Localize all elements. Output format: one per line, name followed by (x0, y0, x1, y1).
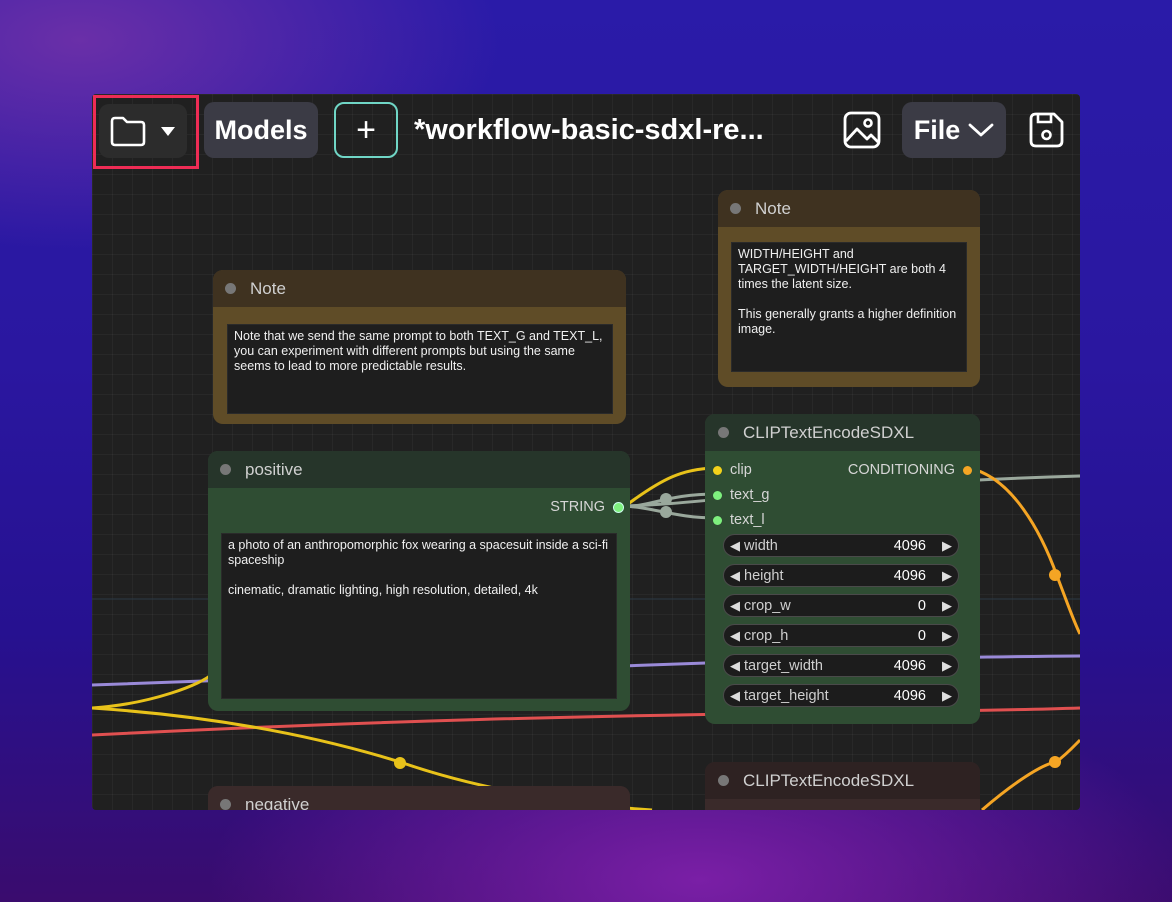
node-title: CLIPTextEncodeSDXL (743, 770, 915, 790)
highlight-box (93, 95, 199, 169)
negative-node-header[interactable]: negative (208, 786, 630, 810)
collapse-dot-icon[interactable] (718, 775, 729, 786)
widget-value[interactable]: 4096 (894, 538, 926, 554)
text-l-input-dot-icon[interactable] (713, 515, 722, 525)
conditioning-link-2 (981, 738, 1080, 810)
positive-node-header[interactable]: positive (208, 451, 630, 488)
clip-input-slot[interactable]: clip (713, 462, 752, 478)
save-button[interactable] (1020, 102, 1072, 158)
widget-value[interactable]: 4096 (894, 568, 926, 584)
widget-value[interactable]: 4096 (894, 688, 926, 704)
input-label: clip (730, 462, 752, 478)
clip-input-dot-icon[interactable] (713, 465, 722, 475)
collapse-dot-icon[interactable] (220, 464, 231, 475)
chevron-down-icon (968, 123, 994, 137)
decrement-arrow-icon[interactable]: ◀ (728, 628, 742, 644)
widget-label: height (744, 567, 784, 584)
link-center-dot (394, 757, 406, 769)
negative-node[interactable]: negative (208, 786, 630, 810)
output-label: CONDITIONING (847, 462, 955, 478)
node-title: CLIPTextEncodeSDXL (743, 422, 915, 442)
widget-label: target_height (744, 687, 829, 704)
note-node-header[interactable]: Note (718, 190, 980, 227)
height-widget[interactable]: ◀ height 4096 ▶ (723, 564, 959, 587)
string-output-dot-icon[interactable] (613, 501, 624, 513)
increment-arrow-icon[interactable]: ▶ (940, 688, 954, 704)
collapse-dot-icon[interactable] (225, 283, 236, 294)
increment-arrow-icon[interactable]: ▶ (940, 598, 954, 614)
clip-link-branch (92, 672, 214, 710)
prompt-textarea[interactable]: a photo of an anthropomorphic fox wearin… (221, 533, 617, 699)
increment-arrow-icon[interactable]: ▶ (940, 628, 954, 644)
note-node-header[interactable]: Note (213, 270, 626, 307)
clip-text-encode-node-2[interactable]: CLIPTextEncodeSDXL (705, 762, 980, 810)
link-center-dot (660, 506, 672, 518)
note-textarea[interactable]: WIDTH/HEIGHT and TARGET_WIDTH/HEIGHT are… (731, 242, 967, 372)
file-menu-button[interactable]: File (902, 102, 1006, 158)
decrement-arrow-icon[interactable]: ◀ (728, 598, 742, 614)
note-node-size[interactable]: Note WIDTH/HEIGHT and TARGET_WIDTH/HEIGH… (718, 190, 980, 387)
text-l-input-slot[interactable]: text_l (713, 512, 765, 528)
image-button[interactable] (836, 102, 888, 158)
widget-label: width (744, 537, 778, 554)
string-output-slot[interactable]: STRING (550, 499, 624, 515)
collapse-dot-icon[interactable] (730, 203, 741, 214)
widget-value[interactable]: 0 (918, 628, 926, 644)
positive-node[interactable]: positive STRING a photo of an anthropomo… (208, 451, 630, 711)
link-center-dot (1049, 569, 1061, 581)
width-widget[interactable]: ◀ width 4096 ▶ (723, 534, 959, 557)
decrement-arrow-icon[interactable]: ◀ (728, 538, 742, 554)
output-label: STRING (550, 499, 605, 515)
image-icon (843, 111, 881, 149)
link-center-dot (1049, 756, 1061, 768)
link-center-dot (660, 493, 672, 505)
decrement-arrow-icon[interactable]: ◀ (728, 688, 742, 704)
collapse-dot-icon[interactable] (220, 799, 231, 810)
save-icon (1029, 112, 1064, 148)
note-node-prompt[interactable]: Note Note that we send the same prompt t… (213, 270, 626, 424)
target-height-widget[interactable]: ◀ target_height 4096 ▶ (723, 684, 959, 707)
clip-node-header[interactable]: CLIPTextEncodeSDXL (705, 762, 980, 799)
node-title: negative (245, 794, 310, 811)
decrement-arrow-icon[interactable]: ◀ (728, 568, 742, 584)
node-title: positive (245, 459, 303, 479)
input-label: text_g (730, 487, 770, 503)
target-width-widget[interactable]: ◀ target_width 4096 ▶ (723, 654, 959, 677)
text-g-input-dot-icon[interactable] (713, 490, 722, 500)
widget-label: crop_w (744, 597, 791, 614)
workflow-canvas[interactable]: Note Note that we send the same prompt t… (92, 94, 1080, 810)
crop-h-widget[interactable]: ◀ crop_h 0 ▶ (723, 624, 959, 647)
increment-arrow-icon[interactable]: ▶ (940, 538, 954, 554)
input-label: text_l (730, 512, 765, 528)
clip-node-header[interactable]: CLIPTextEncodeSDXL (705, 414, 980, 451)
increment-arrow-icon[interactable]: ▶ (940, 658, 954, 674)
widget-label: crop_h (744, 627, 789, 644)
clip-text-encode-node[interactable]: CLIPTextEncodeSDXL clip text_g text_l CO… (705, 414, 980, 724)
workflow-title[interactable]: *workflow-basic-sdxl-re... (414, 102, 764, 158)
conditioning-output-slot[interactable]: CONDITIONING (848, 462, 972, 478)
models-button[interactable]: Models (204, 102, 318, 158)
note-title: Note (755, 198, 791, 218)
note-title: Note (250, 278, 286, 298)
conditioning-link (967, 466, 1080, 635)
file-menu-label: File (913, 114, 961, 145)
widget-value[interactable]: 4096 (894, 658, 926, 674)
widget-label: target_width (744, 657, 823, 674)
collapse-dot-icon[interactable] (718, 427, 729, 438)
conditioning-output-dot-icon[interactable] (963, 465, 972, 475)
widget-value[interactable]: 0 (918, 598, 926, 614)
text-g-input-slot[interactable]: text_g (713, 487, 770, 503)
crop-w-widget[interactable]: ◀ crop_w 0 ▶ (723, 594, 959, 617)
top-toolbar: Models + *workflow-basic-sdxl-re... File (92, 94, 1080, 169)
increment-arrow-icon[interactable]: ▶ (940, 568, 954, 584)
new-workflow-button[interactable]: + (334, 102, 398, 158)
decrement-arrow-icon[interactable]: ◀ (728, 658, 742, 674)
note-textarea[interactable]: Note that we send the same prompt to bot… (227, 324, 613, 414)
